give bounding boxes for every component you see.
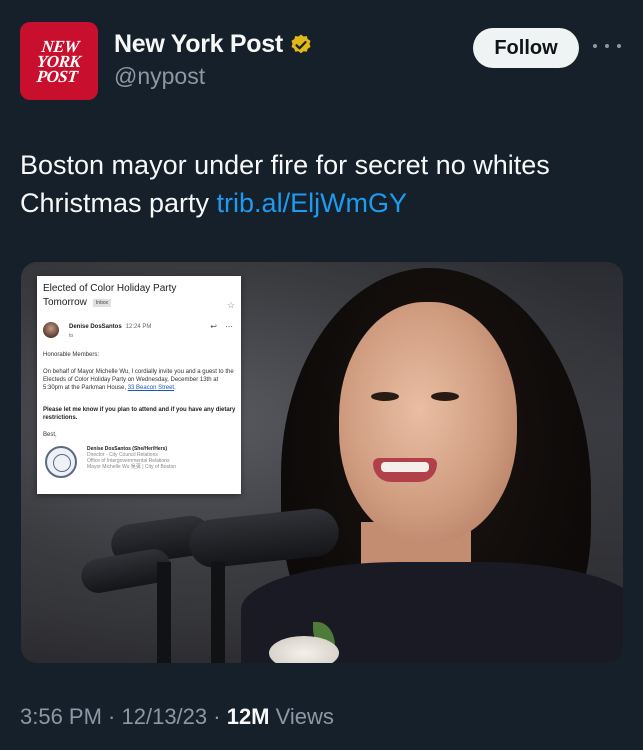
views-count: 12M [226,704,270,729]
account-handle[interactable]: @nypost [114,63,313,90]
sender-avatar [43,322,59,338]
tweet-header: NEW YORK POST New York Post @nypost Foll… [20,22,623,102]
reply-icon: ↩ [210,322,217,331]
email-closing: Best, [43,432,57,438]
tweet-link[interactable]: trib.al/EljWmGY [217,188,408,218]
email-screenshot: Elected of Color Holiday Party Tomorrow … [37,276,241,494]
photo-face [339,302,517,542]
inbox-tag: Inbox [92,298,112,307]
tweet-date[interactable]: 12/13/23 [122,704,208,729]
email-body-paragraph: On behalf of Mayor Michelle Wu, I cordia… [43,369,234,391]
display-name[interactable]: New York Post [114,30,283,59]
tweet-metadata: 3:56 PM · 12/13/23 · 12M Views [20,704,334,729]
email-salutation: Honorable Members: [43,352,100,358]
email-to: to [69,333,74,339]
email-subject-line2: Tomorrow [43,297,87,308]
gold-verified-badge-icon [291,34,311,53]
nypost-avatar[interactable]: NEW YORK POST [20,22,98,100]
more-dots-icon[interactable] [593,36,621,56]
tweet-media-image[interactable]: Elected of Color Holiday Party Tomorrow … [21,262,623,663]
email-more-icon: ⋯ [225,322,233,331]
photo-flower [269,636,339,663]
email-signature: Denise DosSantos (She/Her/Hers) Director… [87,446,177,470]
star-icon: ☆ [226,300,235,310]
account-names: New York Post @nypost [114,30,313,90]
views-label: Views [269,704,334,729]
follow-button[interactable]: Follow [473,28,579,68]
tweet-time[interactable]: 3:56 PM [20,704,102,729]
email-body-request: Please let me know if you plan to attend… [43,407,236,421]
city-seal-icon [45,446,77,478]
email-subject: Elected of Color Holiday Party [43,283,177,294]
nypost-logo-text: NEW YORK POST [36,36,82,86]
tweet-text: Boston mayor under fire for secret no wh… [20,146,620,222]
email-sender: Denise DosSantos 12:24 PM [69,324,152,330]
